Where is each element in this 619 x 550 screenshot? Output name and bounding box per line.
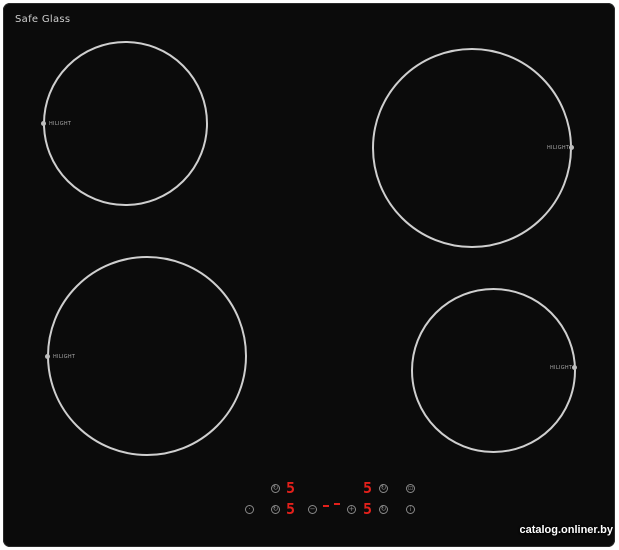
timer-display-segment <box>334 503 340 505</box>
zone-select-front-right-icon[interactable]: ↻ <box>379 505 388 514</box>
cooking-zone-bottom-left <box>47 256 247 456</box>
zone-label: HILIGHT <box>550 365 573 371</box>
timer-button-icon[interactable]: · <box>245 505 254 514</box>
zone-label: HILIGHT <box>53 354 76 360</box>
watermark: catalog.onliner.by <box>519 524 613 536</box>
zone-select-rear-right-icon[interactable]: ↻ <box>379 484 388 493</box>
zone-label: HILIGHT <box>547 145 570 151</box>
power-level-rear-right: 5 <box>363 479 373 497</box>
lock-button-icon[interactable]: ⊡ <box>406 484 415 493</box>
zone-indicator-dot <box>45 354 50 359</box>
zone-indicator-dot <box>569 145 574 150</box>
cooking-zone-top-right <box>372 48 572 248</box>
zone-indicator-dot <box>41 121 46 126</box>
plus-button[interactable]: + <box>347 505 356 514</box>
power-level-front-right: 5 <box>363 500 373 518</box>
zone-indicator-dot <box>572 365 577 370</box>
zone-select-rear-left-icon[interactable]: ↻ <box>271 484 280 493</box>
brand-label: Safe Glass <box>15 14 71 25</box>
minus-button[interactable]: − <box>308 505 317 514</box>
cooktop-panel: Safe Glass HILIGHT HILIGHT HILIGHT HILIG… <box>3 3 615 547</box>
zone-label: HILIGHT <box>49 121 72 127</box>
power-level-front-left: 5 <box>286 500 296 518</box>
timer-display-segment <box>323 505 329 507</box>
zone-select-front-left-icon[interactable]: ↻ <box>271 505 280 514</box>
power-level-rear-left: 5 <box>286 479 296 497</box>
power-button-icon[interactable]: i <box>406 505 415 514</box>
